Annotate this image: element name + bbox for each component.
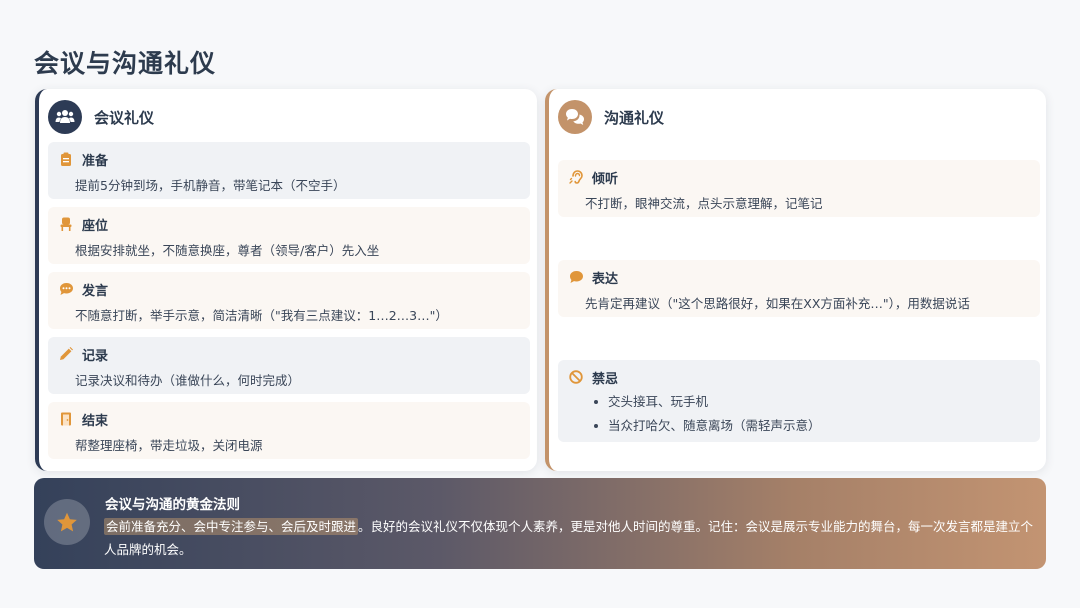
golden-rule-banner: 会议与沟通的黄金法则 会前准备充分、会中专注参与、会后及时跟进 。良好的会议礼仪不… [34, 478, 1046, 569]
item-desc: 根据安排就坐，不随意换座，尊者（领导/客户）先入坐 [75, 243, 380, 258]
meeting-card-header: 会议礼仪 [48, 99, 154, 135]
meeting-etiquette-card: 会议礼仪 准备 提前5分钟到场，手机静音，带笔记本（不空手） 座位 根据安排就坐… [35, 89, 537, 471]
meeting-item-seat: 座位 根据安排就坐，不随意换座，尊者（领导/客户）先入坐 [48, 207, 530, 264]
banner-text: 会前准备充分、会中专注参与、会后及时跟进 。良好的会议礼仪不仅体现个人素养，更是对… [104, 515, 1044, 561]
meeting-item-end: 结束 帮整理座椅，带走垃圾，关闭电源 [48, 402, 530, 459]
communication-item-taboo: 禁忌 交头接耳、玩手机 当众打哈欠、随意离场（需轻声示意） [558, 360, 1040, 442]
item-title: 倾听 [592, 171, 619, 187]
chat-bubble-icon [58, 281, 74, 297]
item-desc: 提前5分钟到场，手机静音，带笔记本（不空手） [75, 178, 346, 193]
banner-title: 会议与沟通的黄金法则 [105, 497, 240, 513]
list-item: 交头接耳、玩手机 [592, 392, 1040, 416]
banner-highlight: 会前准备充分、会中专注参与、会后及时跟进 [104, 518, 359, 535]
item-title: 准备 [82, 153, 109, 169]
communication-item-listen: 倾听 不打断，眼神交流，点头示意理解，记笔记 [558, 160, 1040, 217]
clipboard-icon [58, 151, 74, 167]
speech-icon [568, 269, 584, 285]
taboo-list: 交头接耳、玩手机 当众打哈欠、随意离场（需轻声示意） [592, 392, 1040, 440]
communication-card-title: 沟通礼仪 [604, 108, 665, 127]
communication-etiquette-card: 沟通礼仪 倾听 不打断，眼神交流，点头示意理解，记笔记 表达 先肯定再建议（"这… [545, 89, 1046, 471]
users-icon [48, 100, 82, 134]
meeting-item-prepare: 准备 提前5分钟到场，手机静音，带笔记本（不空手） [48, 142, 530, 199]
item-title: 记录 [82, 348, 109, 364]
item-desc: 记录决议和待办（谁做什么，何时完成） [75, 373, 301, 388]
communication-item-express: 表达 先肯定再建议（"这个思路很好，如果在XX方面补充…"），用数据说话 [558, 260, 1040, 317]
meeting-card-title: 会议礼仪 [94, 108, 155, 127]
comments-icon [558, 100, 592, 134]
ear-icon [568, 169, 584, 185]
door-icon [58, 411, 74, 427]
item-desc: 先肯定再建议（"这个思路很好，如果在XX方面补充…"），用数据说话 [585, 296, 970, 311]
item-title: 表达 [592, 271, 619, 287]
meeting-item-record: 记录 记录决议和待办（谁做什么，何时完成） [48, 337, 530, 394]
item-title: 发言 [82, 283, 109, 299]
chair-icon [58, 216, 74, 232]
page-title: 会议与沟通礼仪 [34, 49, 217, 78]
star-icon [44, 499, 90, 545]
list-item: 当众打哈欠、随意离场（需轻声示意） [592, 416, 1040, 440]
meeting-item-speak: 发言 不随意打断，举手示意，简洁清晰（"我有三点建议：1…2…3…"） [48, 272, 530, 329]
item-desc: 不打断，眼神交流，点头示意理解，记笔记 [585, 196, 823, 211]
pencil-icon [58, 346, 74, 362]
item-desc: 帮整理座椅，带走垃圾，关闭电源 [75, 438, 263, 453]
communication-card-header: 沟通礼仪 [558, 99, 664, 135]
item-desc: 不随意打断，举手示意，简洁清晰（"我有三点建议：1…2…3…"） [75, 308, 448, 323]
item-title: 座位 [82, 218, 109, 234]
item-title: 结束 [82, 413, 109, 429]
item-title: 禁忌 [592, 371, 619, 387]
ban-icon [568, 369, 584, 385]
